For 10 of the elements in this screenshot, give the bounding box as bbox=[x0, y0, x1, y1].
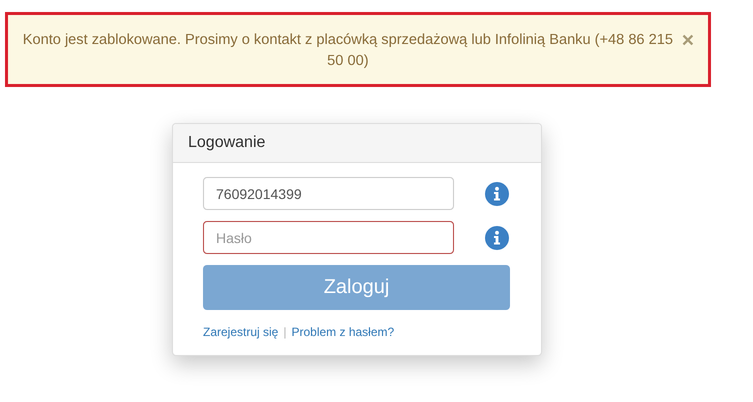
info-icon[interactable] bbox=[485, 182, 509, 206]
link-separator: | bbox=[283, 325, 286, 339]
info-icon[interactable] bbox=[485, 226, 509, 250]
panel-title: Logowanie bbox=[188, 134, 266, 152]
alert-message: Konto jest zablokowane. Prosimy o kontakt z placówką sprzedażową lub Infolinią Banku (+48 86 215 50 00) bbox=[22, 31, 674, 71]
close-button[interactable]: × bbox=[676, 30, 700, 51]
input-field[interactable]: Hasło bbox=[203, 221, 454, 254]
input-field[interactable]: 76092014399 bbox=[203, 177, 454, 210]
password-help-link[interactable]: Problem z hasłem? bbox=[291, 325, 394, 339]
register-link[interactable]: Zarejestruj się bbox=[203, 325, 278, 339]
